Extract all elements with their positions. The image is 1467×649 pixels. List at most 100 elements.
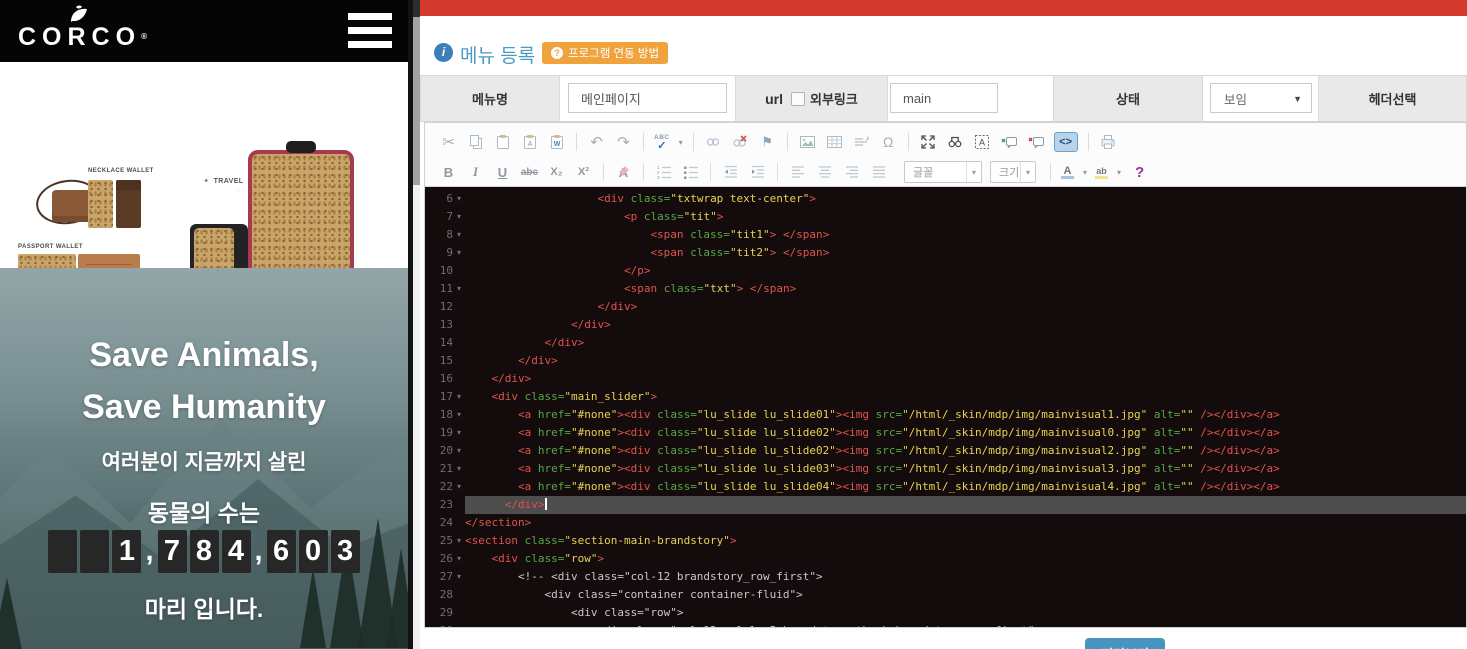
scrollbar-thumb[interactable] [413,17,420,185]
code-line: 7▾ <p class="tit"> [425,208,1466,226]
anchor-flag-icon[interactable]: ⚑ [758,132,777,152]
text-color-caret-icon[interactable]: ▾ [1083,168,1087,177]
code-line: 30 <div class="col-12 col-lg-5 brandstor… [425,622,1466,627]
redo-icon[interactable]: ↷ [614,132,633,152]
fold-spacer [453,496,465,514]
toolbar-separator [643,133,644,151]
remove-format-icon[interactable]: A [614,162,633,182]
fold-arrow-icon[interactable]: ▾ [453,568,465,586]
spellcheck-caret-icon[interactable]: ▾ [679,138,683,147]
status-select[interactable]: 보임 ▼ [1210,83,1312,113]
code-line: 8▾ <span class="tit1"> </span> [425,226,1466,244]
editor-help-icon[interactable]: ? [1135,164,1144,181]
fold-spacer [453,622,465,627]
remove-comment-icon[interactable] [1027,132,1046,152]
unlink-icon[interactable] [731,132,750,152]
product-image-cardcase-tan [88,180,113,228]
highlight-color-caret-icon[interactable]: ▾ [1117,168,1121,177]
font-size-dropdown[interactable]: 크기 ▾ [990,161,1036,183]
highlight-color-icon[interactable]: ab [1095,166,1108,179]
fold-arrow-icon[interactable]: ▾ [453,226,465,244]
bold-icon[interactable]: B [439,162,458,182]
add-comment-icon[interactable] [1000,132,1019,152]
find-icon[interactable] [946,132,965,152]
fold-arrow-icon[interactable]: ▾ [453,190,465,208]
code-line: 22▾ <a href="#none"><div class="lu_slide… [425,478,1466,496]
image-icon[interactable] [798,132,817,152]
vertical-scrollbar[interactable] [413,0,420,649]
copy-icon[interactable] [466,132,485,152]
code-line: 19▾ <a href="#none"><div class="lu_slide… [425,424,1466,442]
horizontal-line-icon[interactable]: A [852,132,871,152]
url-label-cell: url 외부링크 [735,76,888,121]
site-logo[interactable]: CORCO® [18,4,138,60]
maximize-icon[interactable] [919,132,938,152]
select-all-icon[interactable]: A [973,132,992,152]
align-center-icon[interactable] [815,162,834,182]
fold-arrow-icon[interactable]: ▾ [453,532,465,550]
fold-arrow-icon[interactable]: ▾ [453,424,465,442]
preview-button[interactable]: 미리보기 [1085,638,1165,649]
bulleted-list-icon[interactable] [681,162,700,182]
fold-arrow-icon[interactable]: ▾ [453,280,465,298]
fold-arrow-icon[interactable]: ▾ [453,406,465,424]
code-line: 21▾ <a href="#none"><div class="lu_slide… [425,460,1466,478]
hamburger-menu-icon[interactable] [348,13,392,49]
numbered-list-icon[interactable]: 123 [654,162,673,182]
fold-arrow-icon[interactable]: ▾ [453,550,465,568]
status-select-value: 보임 [1224,89,1247,108]
print-icon[interactable] [1099,132,1118,152]
fold-arrow-icon[interactable]: ▾ [453,244,465,262]
fold-arrow-icon[interactable]: ▾ [453,478,465,496]
menu-form-row: 메뉴명 url 외부링크 상태 보임 ▼ 헤더선택 [420,75,1467,122]
url-input[interactable] [890,83,998,113]
subscript-icon[interactable]: X₂ [547,162,566,182]
product-slider[interactable]: NECKLACE WALLET PASSPORT WALLET ✦ TRAVEL… [0,62,408,268]
fold-spacer [453,586,465,604]
admin-panel: i 메뉴 등록 ? 프로그램 연동 방법 메뉴명 url 외부링크 상태 보임 … [420,0,1467,649]
source-code-area[interactable]: 6▾ <div class="txtwrap text-center">7▾ <… [425,187,1466,627]
product-image-suitcase [248,150,354,268]
paste-icon[interactable] [493,132,512,152]
info-icon: i [434,43,453,62]
code-line: 25▾<section class="section-main-brandsto… [425,532,1466,550]
fold-arrow-icon[interactable]: ▾ [453,388,465,406]
increase-indent-icon[interactable] [748,162,767,182]
external-link-checkbox[interactable] [791,92,805,106]
program-link-help-button[interactable]: ? 프로그램 연동 방법 [542,42,668,64]
toolbar-separator [787,133,788,151]
menu-name-input[interactable] [568,83,727,113]
special-char-omega-icon[interactable]: Ω [879,132,898,152]
align-right-icon[interactable] [842,162,861,182]
text-color-icon[interactable]: A [1061,166,1074,179]
superscript-icon[interactable]: X² [574,162,593,182]
fold-arrow-icon[interactable]: ▾ [453,460,465,478]
code-line: 20▾ <a href="#none"><div class="lu_slide… [425,442,1466,460]
underline-icon[interactable]: U [493,162,512,182]
align-justify-icon[interactable] [869,162,888,182]
counter-digit: 7 [158,530,187,573]
strikethrough-icon[interactable]: abc [520,162,539,182]
undo-icon[interactable]: ↶ [587,132,606,152]
table-icon[interactable] [825,132,844,152]
decrease-indent-icon[interactable] [721,162,740,182]
align-left-icon[interactable] [788,162,807,182]
link-icon[interactable] [704,132,723,152]
site-header: CORCO® [0,0,408,62]
paste-text-icon[interactable]: A [520,132,539,152]
html-editor: ✂ A W ↶ ↷ ABC ✓ [424,122,1467,628]
hero-subtitle-3: 마리 입니다. [0,590,408,624]
paste-word-icon[interactable]: W [547,132,566,152]
travel-logo-star-icon: ✦ [203,178,209,185]
fold-arrow-icon[interactable]: ▾ [453,442,465,460]
counter-comma: , [254,535,264,568]
font-family-dropdown[interactable]: 글꼴 ▾ [904,161,982,183]
svg-text:3: 3 [657,175,660,180]
source-code-button[interactable]: <> [1054,132,1078,152]
site-preview-panel: CORCO® NECKLACE WALLET PASSPORT WALLET ✦… [0,0,408,649]
fold-arrow-icon[interactable]: ▾ [453,208,465,226]
spellcheck-icon[interactable]: ABC ✓ [654,134,670,150]
toolbar-separator [1050,163,1051,181]
cut-icon[interactable]: ✂ [439,132,458,152]
italic-icon[interactable]: I [466,162,485,182]
